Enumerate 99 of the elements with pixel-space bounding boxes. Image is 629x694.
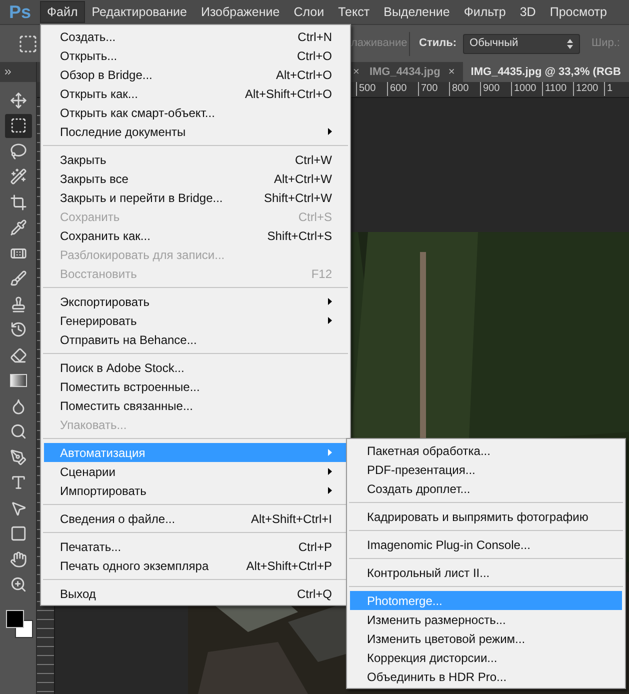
menu-title[interactable]: Изображение <box>194 1 287 23</box>
document-tab[interactable]: IMG_4434.jpg × <box>361 62 463 82</box>
updown-caret-icon <box>566 38 573 48</box>
shortcut-label: Ctrl+O <box>296 48 332 64</box>
menu-item[interactable]: Сохранить как... Shift+Ctrl+S <box>44 226 347 245</box>
submenu-arrow-icon <box>328 298 332 305</box>
menu-item[interactable]: Поместить связанные... <box>44 396 347 415</box>
zoom-icon <box>10 576 26 593</box>
menu-item[interactable]: Печатать... Ctrl+P <box>44 537 347 556</box>
submenu-arrow-icon <box>328 487 332 494</box>
menu-item[interactable]: Закрыть Ctrl+W <box>44 150 347 169</box>
menu-item[interactable]: Сведения о файле... Alt+Shift+Ctrl+I <box>44 509 347 528</box>
shortcut-label: Alt+Ctrl+W <box>274 170 332 188</box>
menu-item[interactable]: Обзор в Bridge... Alt+Ctrl+O <box>44 65 347 84</box>
ruler-label: 1000 <box>511 82 542 96</box>
menu-title[interactable]: Файл <box>40 1 85 23</box>
pen-icon <box>10 448 26 466</box>
dashed-square-icon <box>10 117 26 134</box>
shortcut-label: Ctrl+P <box>298 538 332 556</box>
ruler-label: 1200 <box>573 82 604 96</box>
menu-item[interactable]: Закрыть и перейти в Bridge... Shift+Ctrl+W <box>44 188 347 207</box>
menu-item[interactable]: Поместить встроенные... <box>44 377 347 396</box>
menu-item[interactable]: Открыть как смарт-объект... <box>44 103 347 122</box>
shortcut-label: Ctrl+Q <box>296 586 332 602</box>
tool-button[interactable] <box>4 114 32 138</box>
menu-item[interactable]: Коррекция дисторсии... <box>350 648 622 667</box>
crop-icon <box>10 194 26 210</box>
shortcut-label: Alt+Shift+Ctrl+O <box>244 86 332 102</box>
menu-item[interactable]: Изменить размерность... <box>350 610 622 629</box>
menu-item[interactable]: Последние документы <box>44 122 347 141</box>
shortcut-label: Shift+Ctrl+W <box>264 190 332 206</box>
menu-item[interactable]: Открыть... Ctrl+O <box>44 46 347 65</box>
submenu-arrow-icon <box>328 449 332 456</box>
ruler-label: 1100 <box>542 82 573 96</box>
ruler-label: 900 <box>480 82 511 96</box>
menu-item[interactable]: Экспортировать <box>44 292 347 311</box>
history-icon <box>10 321 26 338</box>
eraser-icon <box>10 346 26 364</box>
menu-item[interactable]: Пакетная обработка... <box>350 441 622 460</box>
ruler-label: 500 <box>356 82 387 96</box>
menu-item[interactable]: Выход Ctrl+Q <box>44 584 347 603</box>
ruler-label: 1 <box>604 82 629 96</box>
submenu-arrow-icon <box>328 128 332 135</box>
shortcut-label: Ctrl+S <box>298 208 332 226</box>
menu-item[interactable]: Создать дроплет... <box>350 479 622 498</box>
shortcut-label: Alt+Shift+Ctrl+P <box>246 558 332 574</box>
shortcut-label: Ctrl+W <box>295 152 332 168</box>
collapse-icon <box>3 67 13 77</box>
menu-item[interactable]: Создать... Ctrl+N <box>44 27 347 46</box>
text-tool-icon <box>10 474 26 491</box>
submenu-arrow-icon <box>328 468 332 475</box>
tab-close-button[interactable]: × <box>351 64 362 80</box>
menu-item[interactable]: Imagenomic Plug-in Console... <box>350 535 622 554</box>
menu-title[interactable]: Слои <box>286 1 332 23</box>
shortcut-label: F12 <box>311 266 332 282</box>
menu-title[interactable]: 3D <box>512 1 543 23</box>
menu-item[interactable]: Объединить в HDR Pro... <box>350 667 622 686</box>
menu-item[interactable]: Отправить на Behance... <box>44 330 347 349</box>
gradient-icon <box>10 374 26 387</box>
menu-item[interactable]: PDF-презентация... <box>350 460 622 479</box>
document-tab[interactable]: IMG_4435.jpg @ 33,3% (RGB <box>462 62 629 82</box>
lasso-icon <box>10 142 26 160</box>
menu-item[interactable]: Открыть как... Alt+Shift+Ctrl+O <box>44 84 347 103</box>
brush-icon <box>10 270 26 287</box>
rectangle-icon <box>10 525 26 542</box>
shortcut-label: Alt+Shift+Ctrl+I <box>250 510 332 528</box>
shortcut-label: Ctrl+N <box>298 28 332 46</box>
menu-item[interactable]: Сценарии <box>44 462 347 481</box>
menu-item[interactable]: Генерировать <box>44 311 347 330</box>
ruler-label: 800 <box>449 82 480 96</box>
menu-item[interactable]: Печать одного экземпляра Alt+Shift+Ctrl+P <box>44 556 347 575</box>
menu-title[interactable]: Редактирование <box>84 1 194 23</box>
menu-item[interactable]: Контрольный лист II... <box>350 563 622 582</box>
move-icon <box>10 92 26 108</box>
pipette-icon <box>10 219 26 236</box>
stamp-icon <box>10 296 26 312</box>
menu-title[interactable]: Фильтр <box>456 1 513 23</box>
tab-close-button[interactable]: × <box>448 64 455 80</box>
style-dropdown[interactable]: Обычный <box>462 34 580 54</box>
magnifier-icon <box>10 423 26 440</box>
wand-icon <box>10 168 26 185</box>
style-label: Стиль: <box>419 36 457 52</box>
shortcut-label: Alt+Ctrl+O <box>276 66 332 84</box>
menu-title[interactable]: Текст <box>331 1 377 23</box>
menu-item[interactable]: Поиск в Adobe Stock... <box>44 358 347 377</box>
menu-title[interactable]: Выделение <box>376 1 457 23</box>
app-logo: Ps <box>8 0 32 24</box>
menu-item[interactable]: Закрыть все Alt+Ctrl+W <box>44 169 347 188</box>
hand-icon <box>10 550 26 568</box>
submenu-arrow-icon <box>328 317 332 324</box>
pointer-icon <box>10 500 26 516</box>
menu-item[interactable]: Кадрировать и выпрямить фотографию <box>350 507 622 526</box>
shortcut-label: Shift+Ctrl+S <box>267 228 332 244</box>
menu-title[interactable]: Просмотр <box>542 1 614 23</box>
dashed-square-icon <box>18 34 38 54</box>
ruler-label: 600 <box>387 82 418 96</box>
ruler-label: 700 <box>418 82 449 96</box>
menu-item[interactable]: Изменить цветовой режим... <box>350 629 622 648</box>
menu-item[interactable]: Импортировать <box>44 481 347 500</box>
